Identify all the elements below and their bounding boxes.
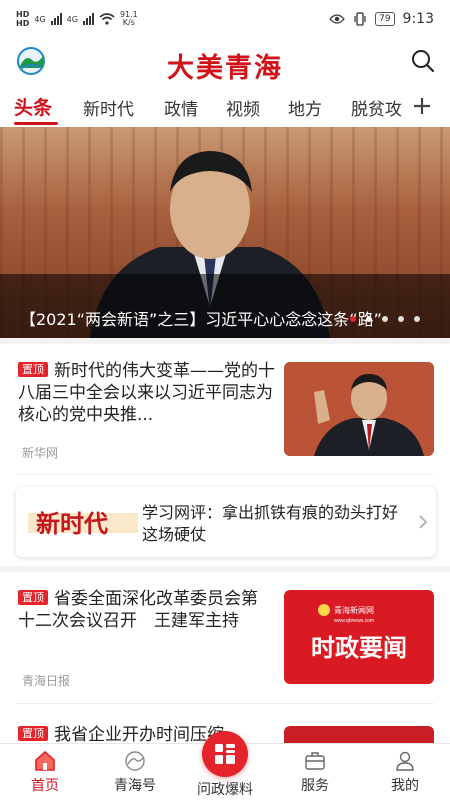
signal-icon (50, 13, 62, 25)
news-title[interactable]: 置顶 省委全面深化改革委员会第十二次会议召开 王建军主持 (18, 588, 274, 632)
nav-label: 问政爆料 (197, 782, 253, 798)
carousel-dot[interactable] (398, 316, 404, 322)
news-separator (16, 474, 434, 475)
plus-icon[interactable] (412, 96, 432, 116)
signal-icon-2 (82, 13, 94, 25)
search-icon[interactable] (410, 48, 436, 74)
hd-indicators: HD HD (16, 10, 29, 28)
tab-poverty[interactable]: 脱贫攻 (351, 95, 402, 120)
brand-title: 大美青海 (167, 53, 283, 84)
battery-indicator: 79 (375, 12, 395, 26)
status-left: HD HD 4G 4G 91.1 K/s (16, 10, 138, 28)
tab-politics[interactable]: 政情 (164, 95, 198, 120)
pinned-badge: 置顶 (18, 362, 48, 377)
signal-label-1: 4G (34, 14, 46, 24)
carousel-dot[interactable] (382, 316, 388, 322)
nav-mine[interactable]: 我的 (360, 744, 450, 800)
tab-local[interactable]: 地方 (288, 95, 322, 120)
thumb-logo-text: 青海新闻网 (334, 605, 374, 615)
thumb-logo-sub: www.qhnews.com (334, 618, 374, 624)
hd-label-2: HD (16, 19, 30, 28)
status-bar: HD HD 4G 4G 91.1 K/s 79 9:13 (0, 0, 450, 38)
nav-qinghai-account[interactable]: 青海号 (90, 744, 180, 800)
channel-tabs: 头条 新时代 政情 视频 地方 脱贫攻 (0, 86, 450, 126)
news-thumbnail[interactable] (284, 362, 434, 456)
news-title-text: 省委全面深化改革委员会第十二次会议召开 王建军主持 (18, 589, 258, 631)
xinshidai-card[interactable]: 新时代 学习网评：拿出抓铁有痕的劲头打好这场硬仗 (16, 487, 436, 557)
briefcase-icon (305, 752, 325, 770)
signal-label-2: 4G (66, 14, 78, 24)
tab-toutiao[interactable]: 头条 (14, 93, 52, 120)
user-icon (396, 751, 414, 771)
hero-carousel[interactable]: 【2021“两会新语”之三】习近平心心念念这条“路” (0, 127, 450, 338)
net-speed-unit: K/s (122, 18, 135, 27)
hd-label-1: HD (16, 10, 30, 19)
news-item[interactable]: 置顶 新时代的伟大变革——党的十八届三中全会以来以习近平同志为核心的党中央推...… (0, 344, 450, 474)
news-title-text: 我省企业开办时间压缩 (54, 725, 224, 743)
nav-label: 服务 (301, 778, 329, 794)
report-center-button[interactable] (202, 731, 248, 777)
net-speed: 91.1 K/s (120, 11, 138, 27)
carousel-dot[interactable] (414, 316, 420, 322)
active-tab-indicator (14, 122, 58, 125)
nav-label: 首页 (31, 778, 59, 794)
news-title-text: 新时代的伟大变革——党的十八届三中全会以来以习近平同志为核心的党中央推... (18, 361, 275, 425)
eye-icon (329, 14, 345, 24)
card-text: 学习网评：拿出抓铁有痕的劲头打好这场硬仗 (142, 503, 399, 544)
news-item[interactable]: 置顶 省委全面深化改革委员会第十二次会议召开 王建军主持 青海日报 青海新闻网 w… (0, 572, 450, 702)
xinshidai-logo-text: 新时代 (36, 509, 108, 538)
nav-service[interactable]: 服务 (270, 744, 360, 800)
pinned-badge: 置顶 (18, 726, 48, 741)
tab-video[interactable]: 视频 (226, 95, 260, 120)
pinned-badge: 置顶 (18, 590, 48, 605)
home-icon (35, 750, 55, 771)
nav-label: 青海号 (114, 778, 156, 794)
thumb-text: 时政要闻 (311, 633, 407, 662)
carousel-dot[interactable] (350, 316, 356, 322)
carousel-dots (350, 316, 420, 322)
nav-home[interactable]: 首页 (0, 744, 90, 800)
news-thumbnail[interactable]: 青海新闻网 www.qhnews.com 时政要闻 (284, 590, 434, 684)
tab-new-era[interactable]: 新时代 (83, 95, 134, 120)
news-title[interactable]: 置顶 新时代的伟大变革——党的十八届三中全会以来以习近平同志为核心的党中央推... (18, 360, 276, 426)
news-source: 青海日报 (22, 674, 71, 688)
news-source: 新华网 (22, 446, 59, 460)
news-thumbnail[interactable] (284, 726, 434, 743)
status-right: 79 9:13 (329, 11, 434, 27)
nav-label: 我的 (391, 778, 419, 794)
carousel-dot[interactable] (366, 316, 372, 322)
app-header: 大美青海 (0, 38, 450, 86)
xinshidai-logo: 新时代 (28, 509, 138, 538)
vibrate-icon (354, 12, 366, 26)
clock: 9:13 (402, 11, 434, 27)
chevron-right-icon (419, 515, 428, 529)
report-grid-icon (215, 744, 235, 764)
wifi-icon (99, 13, 115, 25)
qinghai-account-icon (125, 751, 145, 771)
